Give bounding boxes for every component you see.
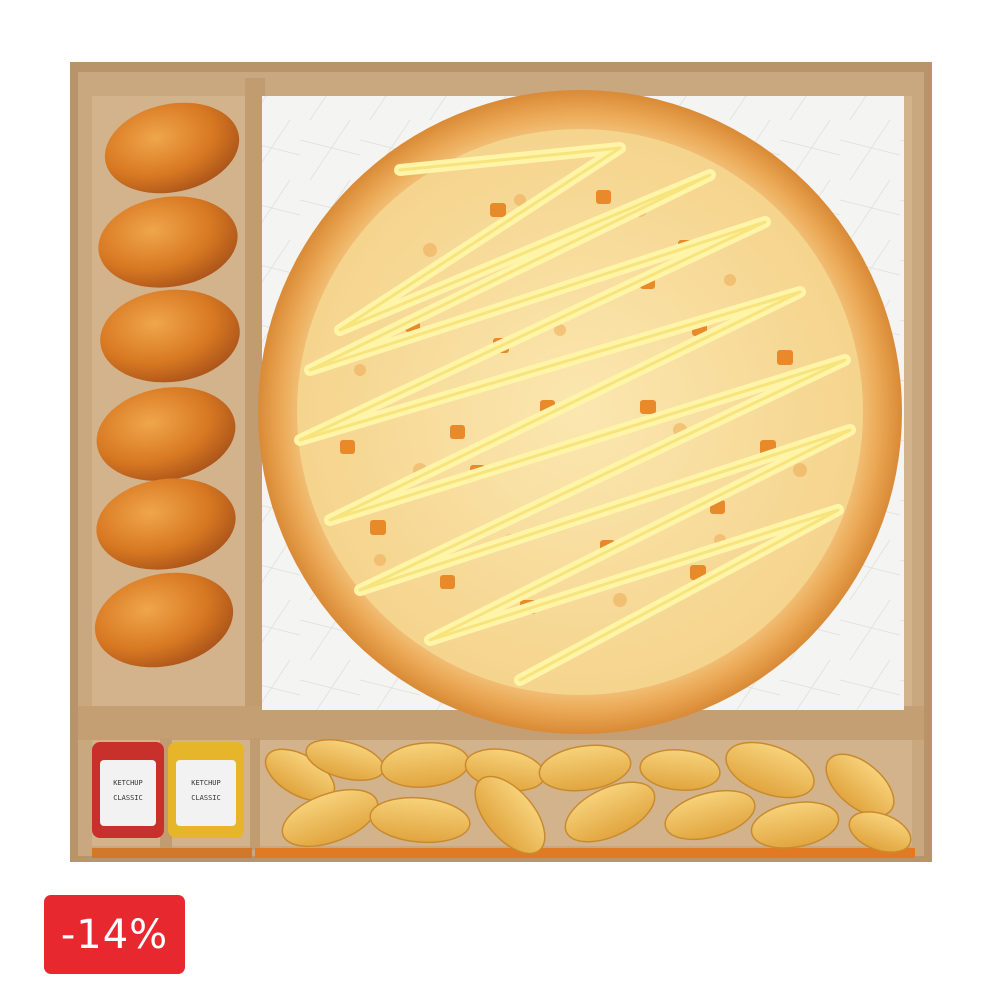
discount-badge: -14% (44, 895, 185, 974)
combo-box-photo: KETCHUP CLASSIC KETCHUP CLASSIC (70, 62, 932, 862)
sauce-label-1b: CLASSIC (113, 794, 143, 802)
sauce-label-2b: CLASSIC (191, 794, 221, 802)
sauce-label-1: KETCHUP (113, 779, 143, 787)
sauce-label-2: KETCHUP (191, 779, 221, 787)
sauce-cup-icon: KETCHUP CLASSIC KETCHUP CLASSIC (92, 742, 244, 838)
pizza-icon (258, 90, 902, 734)
